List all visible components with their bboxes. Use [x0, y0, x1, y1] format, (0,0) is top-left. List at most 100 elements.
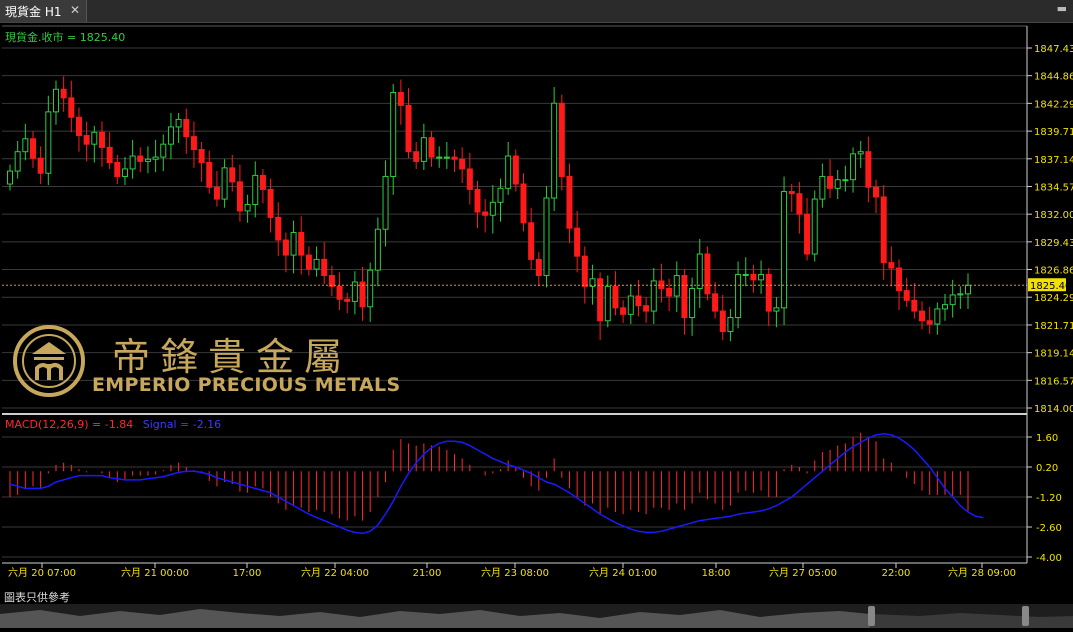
- candle-body: [880, 196, 887, 264]
- candle-body: [850, 153, 857, 181]
- candle-body: [482, 211, 489, 216]
- macd-tick-label: -2.60: [1036, 523, 1062, 534]
- price-tick-label: 1819.14: [1034, 349, 1073, 360]
- candle-body: [827, 175, 834, 189]
- candle-body: [489, 201, 496, 216]
- candle-body: [75, 116, 82, 137]
- candle-body: [681, 275, 688, 319]
- navigator-right-handle[interactable]: [1022, 606, 1029, 626]
- chart-window[interactable]: 1847.43 1844.86 1842.29 1839.71 1837.14 1834.…: [0, 23, 1073, 593]
- price-tick-label: 1829.43: [1034, 238, 1073, 249]
- candle-body: [903, 290, 910, 301]
- price-tick-label: 1814.00: [1034, 404, 1073, 415]
- candle-body: [443, 156, 450, 159]
- candle-body: [520, 183, 527, 224]
- candle-body: [719, 310, 726, 333]
- price-tick-label: 1847.43: [1034, 44, 1073, 55]
- candle-body: [129, 155, 136, 170]
- candle-body: [842, 179, 849, 182]
- logo: 帝鋒貴金屬 EMPERIO PRECIOUS METALS: [12, 322, 400, 402]
- candle-body: [581, 255, 588, 287]
- price-chart[interactable]: 1847.43 1844.86 1842.29 1839.71 1837.14 1834.…: [0, 23, 1073, 593]
- candle-body: [390, 91, 397, 177]
- price-tick-label: 1842.29: [1034, 99, 1073, 110]
- candle-body: [190, 136, 197, 151]
- tab-chart[interactable]: 現貨金 H1 ✕: [0, 0, 87, 22]
- candle-body: [712, 293, 719, 312]
- time-tick-label: 六月 27 05:00: [769, 567, 837, 579]
- candle-body: [121, 168, 128, 177]
- candle-body: [781, 191, 788, 309]
- candle-body: [144, 158, 151, 162]
- candle-body: [551, 102, 558, 199]
- tab-bar: 現貨金 H1 ✕ ▬: [0, 0, 1073, 23]
- candle-body: [796, 193, 803, 215]
- time-tick-label: 六月 21 00:00: [121, 567, 189, 579]
- time-tick-label: 18:00: [702, 568, 731, 579]
- candle-body: [321, 258, 328, 277]
- price-tick-label: 1832.00: [1034, 210, 1073, 221]
- candle-body: [666, 287, 673, 297]
- candle-body: [206, 161, 213, 188]
- candle-body: [811, 198, 818, 255]
- candle-body: [689, 287, 696, 319]
- candle-body: [804, 213, 811, 255]
- candle-body: [367, 269, 374, 308]
- navigator-left-handle[interactable]: [868, 606, 875, 626]
- macd-tick-label: -4.00: [1036, 553, 1062, 564]
- macd-legend: MACD(12,26,9) = -1.84 Signal = -2.16: [5, 418, 221, 431]
- candle-body: [957, 293, 964, 296]
- candle-body: [735, 273, 742, 319]
- candle-body: [888, 262, 895, 269]
- macd-tick-label: -1.20: [1036, 493, 1062, 504]
- price-tick-label: 1821.71: [1034, 321, 1073, 332]
- candle-body: [175, 118, 182, 128]
- candle-body: [451, 156, 458, 160]
- candle-body: [137, 155, 144, 162]
- candle-body: [620, 307, 627, 315]
- close-icon[interactable]: ✕: [70, 3, 80, 17]
- candle-body: [290, 231, 297, 256]
- time-tick-label: 17:00: [233, 568, 262, 579]
- candle-body: [788, 191, 795, 195]
- candle-body: [305, 254, 312, 270]
- candle-body: [91, 131, 98, 145]
- chart-navigator[interactable]: [0, 604, 1073, 628]
- candle-body: [344, 298, 351, 302]
- candle-body: [773, 307, 780, 312]
- menu-icon[interactable]: ▬: [1057, 2, 1067, 15]
- candle-body: [221, 167, 228, 200]
- candle-body: [627, 295, 634, 315]
- candle-body: [497, 187, 504, 203]
- candle-body: [328, 275, 335, 287]
- candle-body: [643, 305, 650, 312]
- candle-body: [405, 104, 412, 153]
- price-tick-label: 1837.14: [1034, 155, 1073, 166]
- candle-body: [758, 273, 765, 281]
- candle-body: [382, 175, 389, 230]
- candle-body: [22, 138, 29, 153]
- candle-body: [29, 138, 36, 159]
- candle-body: [282, 239, 289, 256]
- candle-body: [236, 181, 243, 212]
- candle-body: [673, 275, 680, 297]
- candle-body: [834, 179, 841, 189]
- candle-body: [397, 91, 404, 106]
- price-tick-label: 1844.86: [1034, 72, 1073, 83]
- candle-body: [68, 97, 75, 118]
- candle-body: [275, 216, 282, 241]
- candle-body: [213, 186, 220, 200]
- candle-body: [604, 285, 611, 322]
- candle-body: [7, 170, 13, 185]
- candle-body: [183, 118, 190, 138]
- candle-body: [413, 151, 420, 162]
- signal-value: Signal = -2.16: [143, 418, 221, 431]
- candle-body: [934, 308, 941, 325]
- time-tick-label: 六月 22 04:00: [301, 567, 369, 579]
- candle-body: [505, 155, 512, 189]
- candle-body: [635, 295, 642, 307]
- time-tick-label: 六月 24 01:00: [589, 567, 657, 579]
- candle-body: [374, 228, 381, 271]
- candle-body: [167, 126, 174, 145]
- candle-body: [459, 158, 466, 170]
